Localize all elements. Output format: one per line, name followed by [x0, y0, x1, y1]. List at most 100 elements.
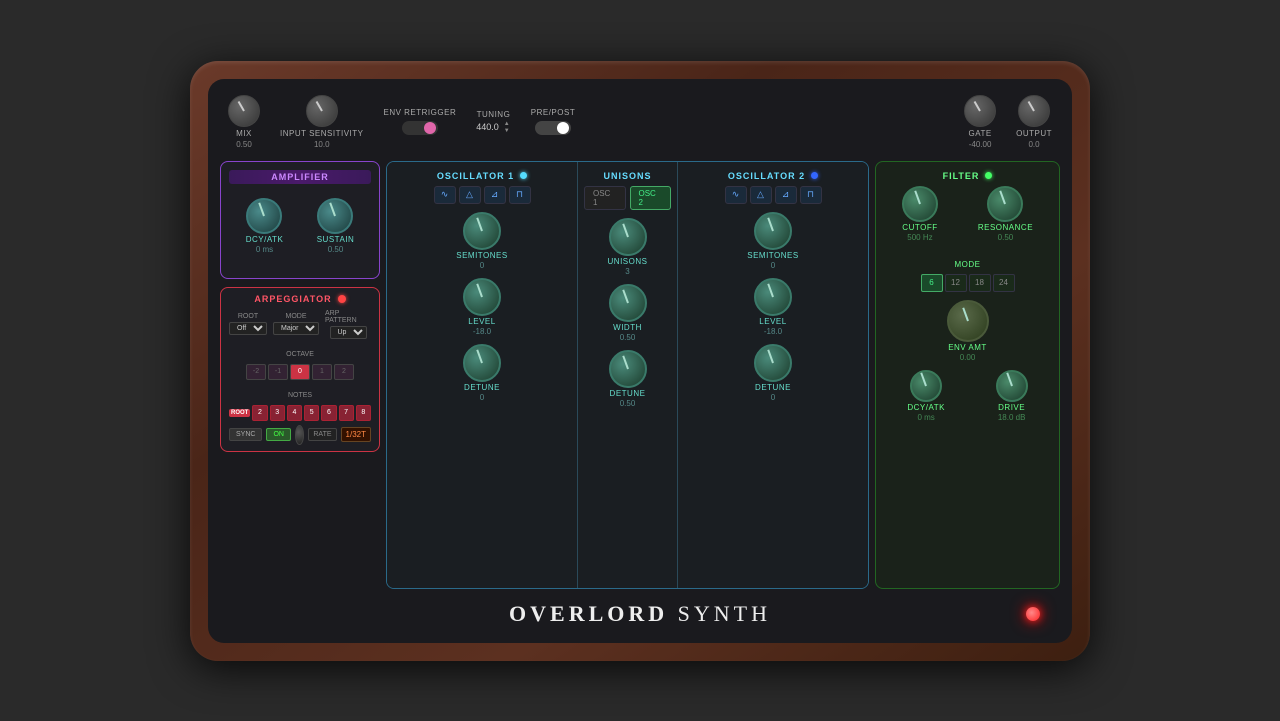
unisons-count-value: 3 [625, 267, 629, 276]
osc1-detune-knob[interactable] [463, 344, 501, 382]
cutoff-knob[interactable] [902, 186, 938, 222]
synth-outer-frame: MIX 0.50 INPUT SENSITIVITY 10.0 ENV RETR… [190, 61, 1090, 661]
note-btn-2[interactable]: 2 [252, 405, 267, 421]
osc1-wave-sin[interactable]: ∿ [434, 186, 456, 204]
mode-btn-18[interactable]: 18 [969, 274, 991, 292]
on-button[interactable]: ON [266, 428, 291, 441]
env-amt-knob[interactable] [947, 300, 989, 342]
osc1-detune-value: 0 [480, 393, 484, 402]
osc2-wave-saw[interactable]: ⊿ [775, 186, 797, 204]
mode-select[interactable]: Major [273, 322, 319, 335]
osc2-detune-knob[interactable] [754, 344, 792, 382]
env-amt-group: ENV AMT 0.00 [882, 300, 1053, 362]
output-value: 0.0 [1028, 140, 1039, 149]
osc2-semitones-knob[interactable] [754, 212, 792, 250]
sustain-group: SUSTAIN 0.50 [317, 198, 355, 254]
filter-top-knobs: CUTOFF 500 Hz RESONANCE 0.50 [882, 186, 1053, 250]
note-btn-3[interactable]: 3 [270, 405, 285, 421]
osc2-wave-sqr[interactable]: ⊓ [800, 186, 822, 204]
osc1-wave-saw[interactable]: ⊿ [484, 186, 506, 204]
osc2-semitones-label: SEMITONES [747, 251, 798, 260]
sustain-knob[interactable] [317, 198, 353, 234]
sync-button[interactable]: SYNC [229, 428, 262, 441]
mode-btn-12[interactable]: 12 [945, 274, 967, 292]
resonance-value: 0.50 [998, 233, 1014, 242]
tuning-down-btn[interactable]: ▼ [503, 128, 511, 134]
osc1-detune-label: DETUNE [464, 383, 500, 392]
osc1-level-label: LEVEL [468, 317, 495, 326]
filter-dcy-atk-knob[interactable] [910, 370, 942, 402]
power-led[interactable] [1026, 607, 1040, 621]
unisons-width-value: 0.50 [620, 333, 636, 342]
pre-post-toggle[interactable] [535, 121, 571, 135]
osc1-level-knob[interactable] [463, 278, 501, 316]
osc2-tab[interactable]: OSC 2 [630, 186, 672, 210]
unisons-count-label: UNISONS [608, 257, 648, 266]
osc1-semitones-label: SEMITONES [456, 251, 507, 260]
note-btn-6[interactable]: 6 [321, 405, 336, 421]
root-select[interactable]: Off [229, 322, 267, 335]
unisons-width-knob[interactable] [609, 284, 647, 322]
octave-btn--1[interactable]: -1 [268, 364, 288, 380]
amplifier-section: AMPLIFIER DCY/ATK 0 ms SUSTAIN 0.50 [220, 161, 380, 279]
note-btn-7[interactable]: 7 [339, 405, 354, 421]
osc2-level-knob[interactable] [754, 278, 792, 316]
mix-label: MIX [236, 129, 252, 138]
unisons-count-knob[interactable] [609, 218, 647, 256]
osc2-indicator [811, 172, 818, 179]
note-btn-8[interactable]: 8 [356, 405, 371, 421]
osc1-header: OSCILLATOR 1 [393, 168, 571, 186]
drive-group: DRIVE 18.0 dB [996, 370, 1028, 422]
arp-pattern-label: ARP PATTERN [325, 310, 371, 324]
arp-pattern-select[interactable]: Up [330, 326, 367, 339]
amplifier-title: AMPLIFIER [271, 172, 329, 182]
dcy-atk-value: 0 ms [256, 245, 273, 254]
tuning-value: 440.0 [476, 122, 499, 132]
oscillator1-column: OSCILLATOR 1 ∿ △ ⊿ ⊓ SEMITONES 0 [387, 162, 578, 588]
drive-value: 18.0 dB [998, 413, 1026, 422]
osc1-level-group: LEVEL -18.0 [393, 278, 571, 336]
octave-btn-2[interactable]: 2 [334, 364, 354, 380]
sync-row: SYNC ON RATE 1/32T [229, 425, 371, 445]
output-knob[interactable] [1018, 95, 1050, 127]
env-retrigger-label: ENV RETRIGGER [383, 108, 456, 117]
osc2-semitones-knob-section: SEMITONES 0 [684, 212, 862, 270]
unisons-column: UNISONS OSC 1 OSC 2 UNISONS 3 [578, 162, 678, 588]
unisons-detune-knob[interactable] [609, 350, 647, 388]
osc2-wave-tri[interactable]: △ [750, 186, 772, 204]
mode-btn-24[interactable]: 24 [993, 274, 1015, 292]
note-btn-5[interactable]: 5 [304, 405, 319, 421]
filter-header: FILTER [882, 168, 1053, 186]
osc2-wave-sin[interactable]: ∿ [725, 186, 747, 204]
resonance-knob[interactable] [987, 186, 1023, 222]
bottom-bar: OVERLORD SYNTH [220, 597, 1060, 631]
octave-btn-1[interactable]: 1 [312, 364, 332, 380]
dcy-atk-label: DCY/ATK [246, 235, 284, 244]
env-retrigger-toggle[interactable] [402, 121, 438, 135]
mix-knob[interactable] [228, 95, 260, 127]
osc1-wave-sqr[interactable]: ⊓ [509, 186, 531, 204]
octave-btn--2[interactable]: -2 [246, 364, 266, 380]
input-sensitivity-knob[interactable] [306, 95, 338, 127]
filter-dcy-atk-value: 0 ms [917, 413, 934, 422]
mode-section-label: MODE [955, 260, 981, 269]
osc1-detune-group: DETUNE 0 [393, 344, 571, 402]
arp-title: ARPEGGIATOR [254, 294, 331, 304]
note-btn-4[interactable]: 4 [287, 405, 302, 421]
octave-btn-0[interactable]: 0 [290, 364, 310, 380]
osc1-semitones-knob[interactable] [463, 212, 501, 250]
mode-btn-6[interactable]: 6 [921, 274, 943, 292]
unisons-knobs: UNISONS 3 WIDTH 0.50 DETUNE 0.50 [584, 218, 671, 408]
brand-bold: OVERLORD [509, 601, 668, 626]
osc1-tab[interactable]: OSC 1 [584, 186, 626, 210]
osc1-wave-tri[interactable]: △ [459, 186, 481, 204]
octave-buttons: -2 -1 0 1 2 [229, 364, 371, 380]
gate-knob[interactable] [964, 95, 996, 127]
env-amt-label: ENV AMT [948, 343, 987, 352]
osc1-level-value: -18.0 [473, 327, 491, 336]
tuning-up-btn[interactable]: ▲ [503, 121, 511, 127]
amp-dcy-atk-knob[interactable] [246, 198, 282, 234]
osc1-semitones-group: SEMITONES 0 [393, 212, 571, 270]
drive-knob[interactable] [996, 370, 1028, 402]
arp-rate-knob[interactable] [295, 425, 304, 445]
